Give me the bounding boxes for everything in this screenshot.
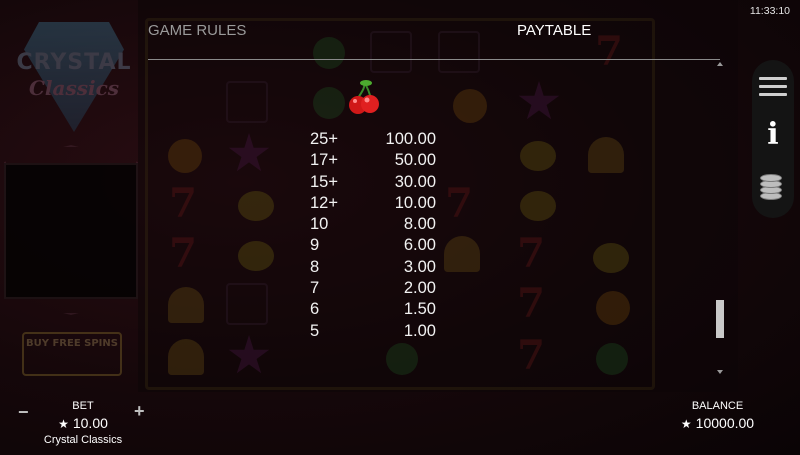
payout-amount: 10.00 [394,193,436,212]
payout-row: 12+ 10.00 [310,194,450,215]
payout-row: 7 2.00 [310,279,450,300]
tab-bar: GAME RULES PAYTABLE [148,22,720,62]
tab-divider [148,59,720,60]
side-menu: i [752,60,794,218]
menu-icon[interactable] [758,74,788,104]
game-name: Crystal Classics [43,434,123,446]
buy-free-spins-button[interactable]: BUY FREE SPINS [22,332,122,376]
payout-amount: 3.00 [403,257,436,276]
payout-row: 5 1.00 [310,322,450,343]
payout-row: 25+ 100.00 [310,130,450,151]
balance-panel: BALANCE ★ 10000.00 [660,398,775,438]
payout-amount: 100.00 [385,130,436,148]
bet-panel: − BET ★ 10.00 Crystal Classics + [10,398,160,450]
coins-icon[interactable] [758,172,788,202]
scroll-up-icon[interactable] [717,62,723,66]
payout-amount: 1.50 [403,300,436,319]
paytable-scrollbar[interactable] [716,62,725,374]
payout-amount: 30.00 [394,172,436,191]
info-icon[interactable]: i [758,120,788,150]
payout-amount: 2.00 [403,279,436,298]
payout-row: 17+ 50.00 [310,151,450,172]
payout-row: 10 8.00 [310,215,450,236]
bonus-panel [4,163,138,299]
payout-row: 9 6.00 [310,236,450,257]
balance-value: ★ 10000.00 [680,415,755,431]
game-logo: CRYSTAL Classics [4,22,144,132]
payout-row: 8 3.00 [310,258,450,279]
cherry-icon [349,80,379,114]
payout-table: 25+ 100.00 17+ 50.00 15+ 30.00 12+ 10.00 10 8.00 9… [310,130,450,343]
scroll-down-icon[interactable] [717,370,723,374]
balance-label: BALANCE [691,400,744,412]
scroll-thumb[interactable] [716,300,724,338]
bet-increase-button[interactable]: + [134,401,145,422]
payout-amount: 50.00 [394,151,436,170]
payout-amount: 6.00 [403,236,436,255]
logo-subtitle: Classics [28,76,120,100]
clock: 11:33:10 [749,5,790,17]
star-icon: ★ [58,417,69,431]
tab-paytable[interactable]: PAYTABLE [517,22,591,39]
tab-game-rules[interactable]: GAME RULES [148,22,246,39]
payout-row: 6 1.50 [310,300,450,321]
payout-row: 15+ 30.00 [310,173,450,194]
star-icon: ★ [680,417,692,431]
payout-amount: 8.00 [403,215,436,234]
logo-title: CRYSTAL [16,50,132,75]
game-screen: CRYSTAL Classics BUY FREE SPINS 7 7 7 7 … [0,0,800,455]
payout-amount: 1.00 [403,321,436,340]
